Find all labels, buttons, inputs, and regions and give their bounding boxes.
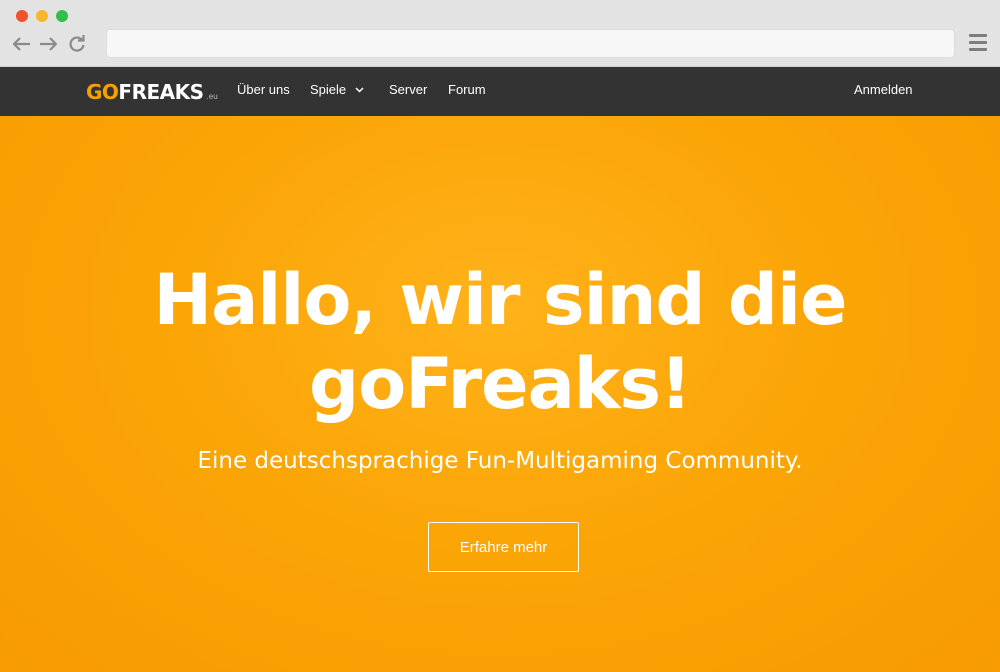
reload-icon[interactable] bbox=[67, 34, 87, 54]
nav-item-spiele[interactable]: Spiele bbox=[310, 82, 364, 97]
learn-more-button[interactable]: Erfahre mehr bbox=[428, 522, 579, 572]
login-link[interactable]: Anmelden bbox=[854, 82, 913, 97]
logo-go-text: GO bbox=[86, 80, 119, 104]
hero-section: Hallo, wir sind die goFreaks! Eine deuts… bbox=[0, 116, 1000, 672]
hamburger-menu-icon[interactable] bbox=[968, 34, 988, 54]
close-window-dot[interactable] bbox=[16, 10, 28, 22]
hero-title-line-2: goFreaks! bbox=[309, 343, 692, 425]
hero-title: Hallo, wir sind die goFreaks! bbox=[0, 258, 1000, 426]
logo-tld-text: .eu bbox=[206, 92, 218, 101]
hero-subtitle: Eine deutschsprachige Fun-Multigaming Co… bbox=[197, 448, 803, 474]
chevron-down-icon bbox=[355, 85, 364, 96]
address-bar-input[interactable] bbox=[106, 29, 955, 58]
logo-freaks-text: FREAKS bbox=[118, 80, 204, 104]
site-logo[interactable]: GO FREAKS .eu bbox=[86, 80, 218, 104]
forward-arrow-icon[interactable] bbox=[38, 34, 58, 54]
hero-title-line-1: Hallo, wir sind die bbox=[153, 259, 848, 341]
nav-item-spiele-label: Spiele bbox=[310, 82, 347, 97]
nav-item-ueber-uns[interactable]: Über uns bbox=[237, 82, 290, 97]
browser-chrome bbox=[0, 0, 1000, 67]
browser-window: GO FREAKS .eu Über uns Spiele Server For… bbox=[0, 0, 1000, 672]
nav-item-server[interactable]: Server bbox=[389, 82, 427, 97]
back-arrow-icon[interactable] bbox=[12, 34, 32, 54]
minimize-window-dot[interactable] bbox=[36, 10, 48, 22]
nav-item-forum[interactable]: Forum bbox=[448, 82, 486, 97]
maximize-window-dot[interactable] bbox=[56, 10, 68, 22]
site-navbar: GO FREAKS .eu Über uns Spiele Server For… bbox=[0, 67, 1000, 116]
